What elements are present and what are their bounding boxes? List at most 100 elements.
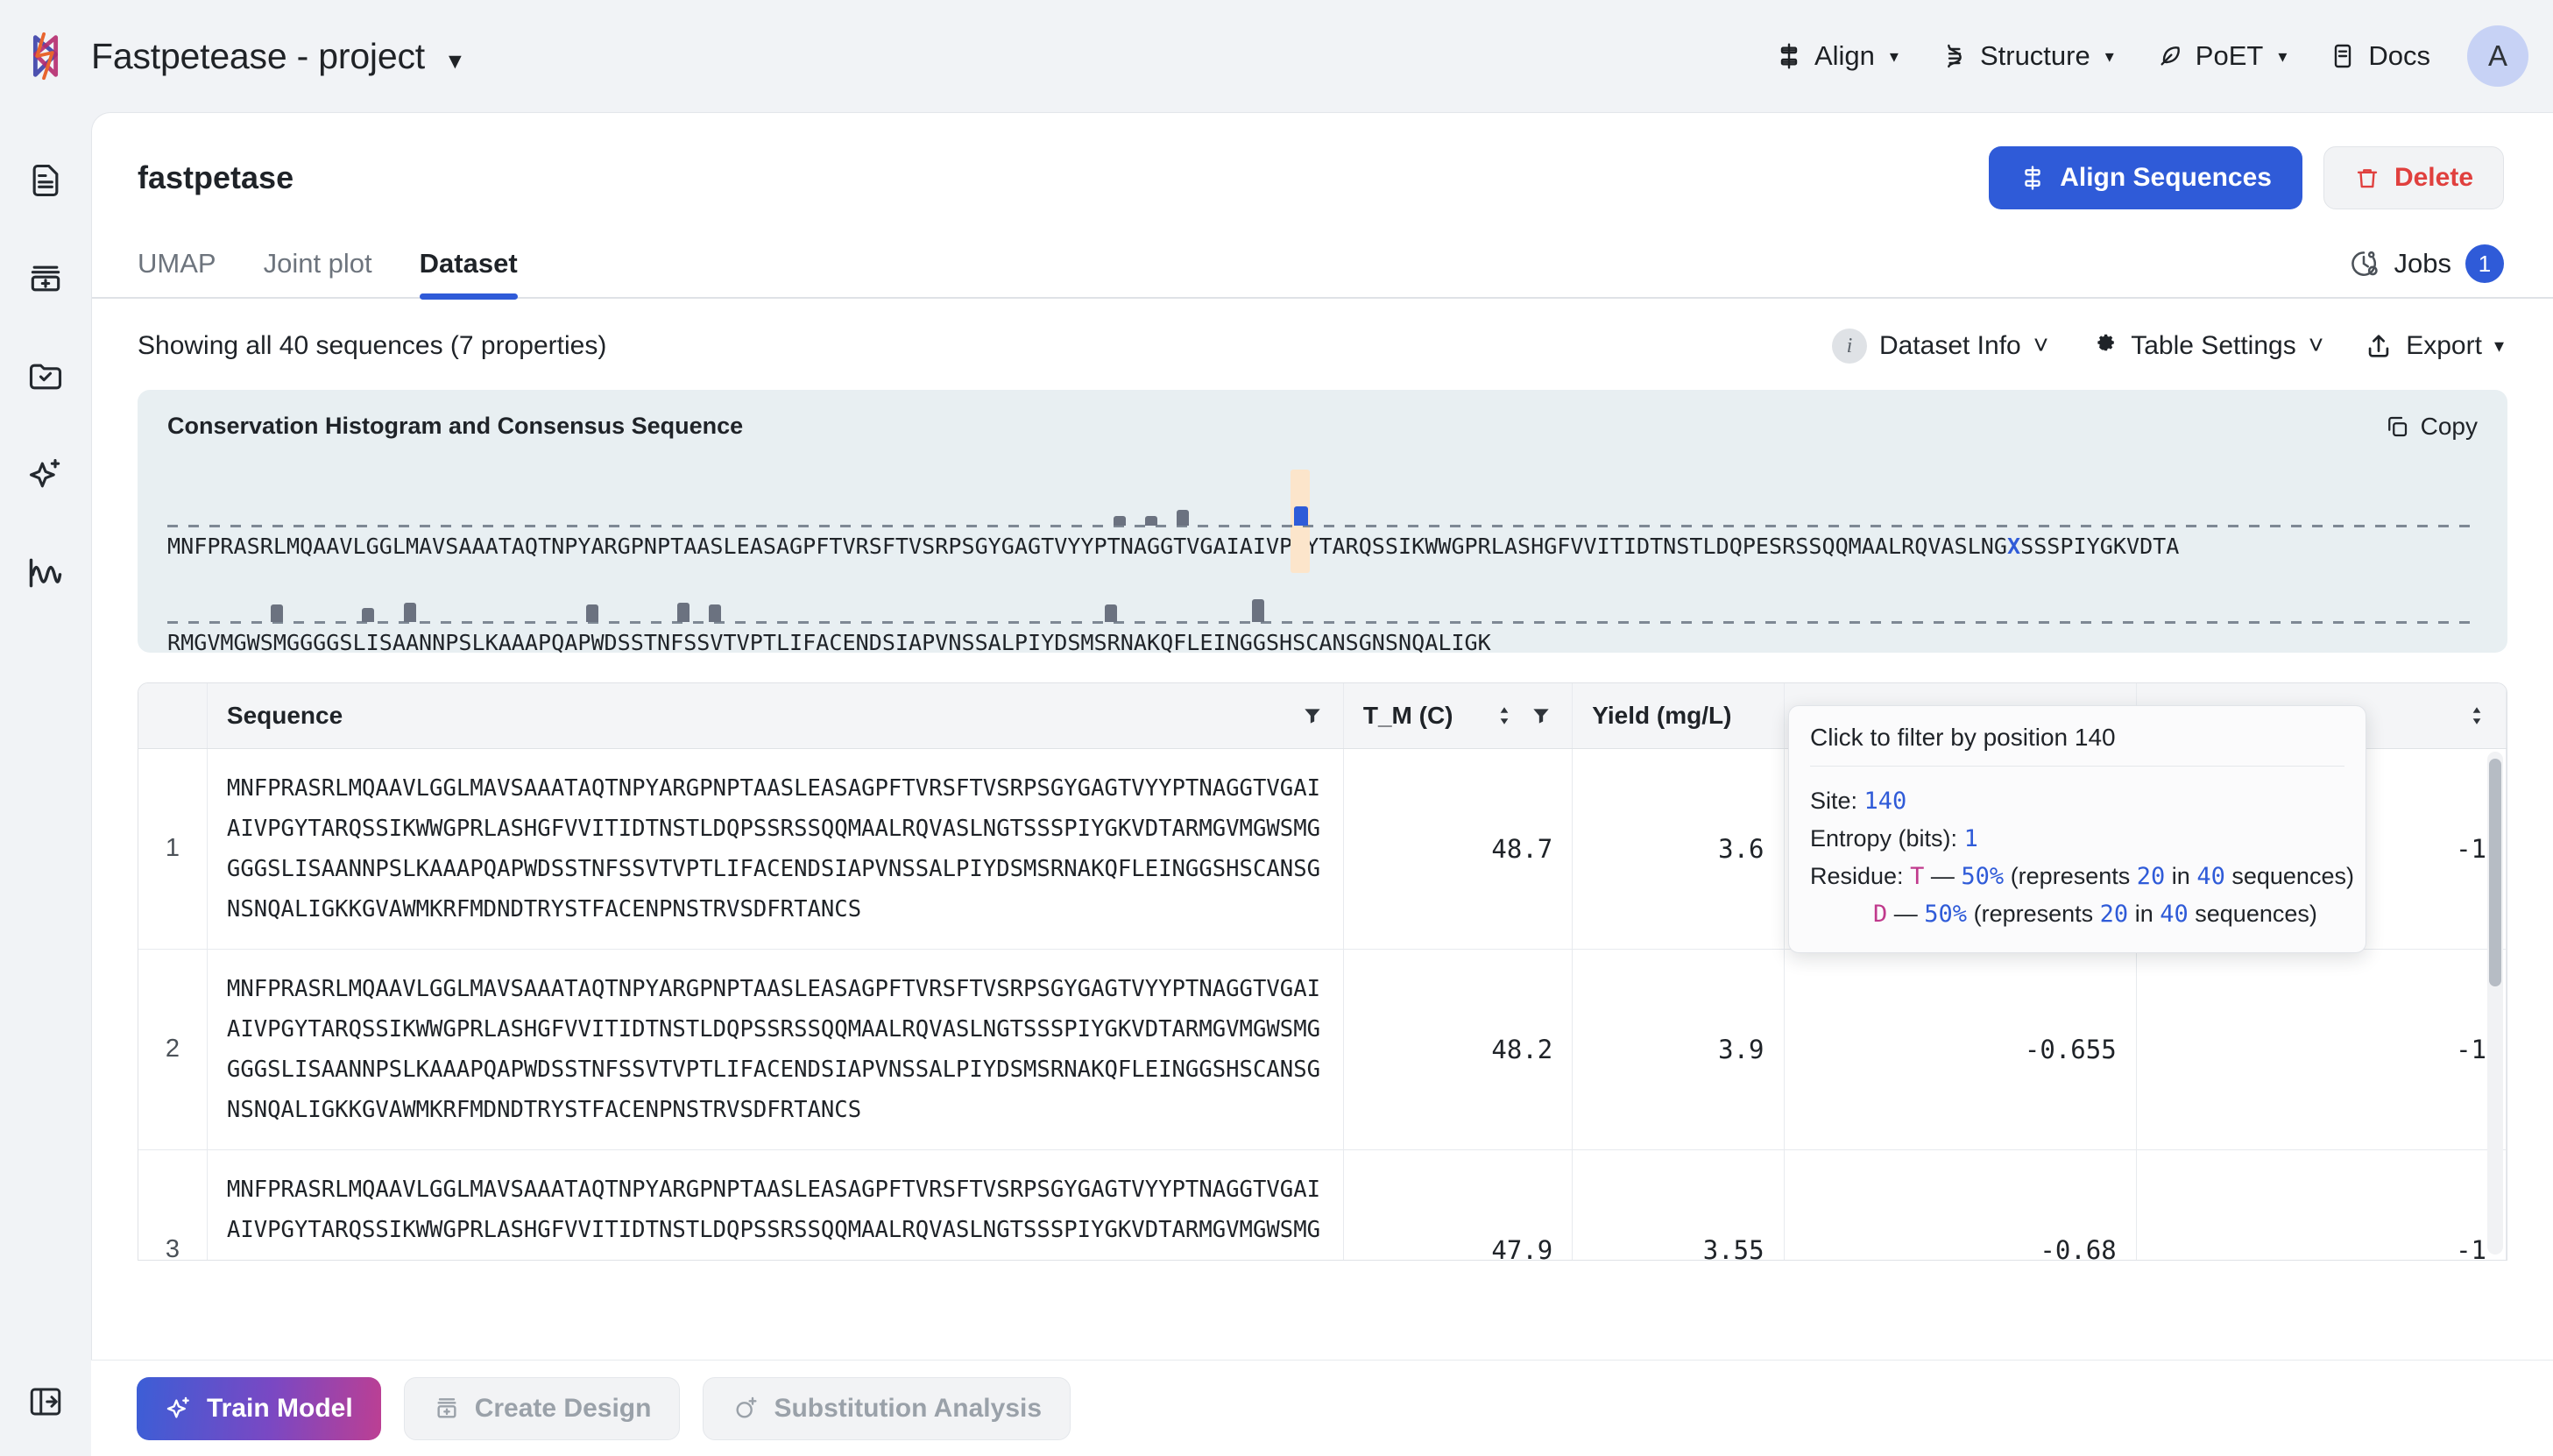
tooltip-header: Click to filter by position 140 (1810, 724, 2116, 751)
conservation-title: Conservation Histogram and Consensus Seq… (167, 413, 744, 439)
row-tm: 48.7 (1343, 748, 1574, 950)
avatar[interactable]: A (2467, 25, 2528, 87)
col-tm-header[interactable]: T_M (C) (1343, 683, 1574, 749)
tooltip-count-1: 20 (2136, 863, 2166, 890)
signal-wave-icon (29, 558, 62, 588)
row-property-b: -1 (2136, 1149, 2507, 1260)
histogram-bar[interactable] (709, 604, 721, 622)
add-dataset-icon (437, 1397, 456, 1418)
header-actions: Align Sequences Delete (1989, 146, 2504, 209)
align-icon (2025, 166, 2040, 190)
histogram-bar[interactable] (1114, 516, 1126, 526)
col-yield-label: Yield (mg/L) (1592, 701, 1732, 729)
project-selector[interactable]: Fastpetease - project ▼ (91, 36, 466, 77)
page-title: fastpetase (138, 159, 294, 195)
sidebar-item-add-dataset[interactable] (21, 254, 70, 303)
tooltip-count-2: 20 (2099, 901, 2129, 928)
tooltip-site-line: Site: 140 (1810, 782, 2344, 820)
tooltip-percent-1: 50% (1961, 863, 2005, 890)
export-label: Export (2406, 331, 2482, 360)
sidebar-item-projects[interactable] (21, 352, 70, 401)
substitution-analysis-label: Substitution Analysis (774, 1393, 1043, 1423)
filter-icon[interactable] (1530, 704, 1552, 727)
sparkles-icon (29, 458, 60, 488)
chevron-down-icon: ▾ (1889, 46, 1899, 67)
sidebar-collapse-toggle[interactable] (21, 1377, 70, 1426)
col-sequence-header[interactable]: Sequence (207, 683, 1344, 749)
align-icon (1780, 43, 1798, 69)
histogram-bar[interactable] (271, 604, 283, 622)
col-sequence-label: Sequence (226, 701, 343, 729)
histogram-bar-selected[interactable] (1294, 506, 1308, 526)
row-tm: 47.9 (1343, 1149, 1574, 1260)
sidebar-item-models[interactable] (21, 450, 70, 499)
trash-icon (2357, 169, 2378, 188)
showing-count-label: Showing all 40 sequences (7 properties) (138, 331, 607, 360)
top-nav: Align ▾ Structure ▾ PoET ▾ Docs A (1754, 25, 2553, 87)
gear-icon (2097, 334, 2115, 351)
export-button[interactable]: Export ▾ (2364, 331, 2504, 361)
table-row[interactable]: 3 MNFPRASRLMQAAVLGGLMAVSAAATAQTNPYARGPNP… (138, 1149, 2507, 1260)
align-sequences-button[interactable]: Align Sequences (1989, 146, 2302, 209)
app-logo[interactable] (0, 29, 91, 83)
jobs-button[interactable]: Jobs 1 (2347, 244, 2553, 297)
document-icon (32, 164, 59, 197)
info-icon: i (1831, 329, 1867, 364)
train-model-button[interactable]: Train Model (137, 1376, 381, 1440)
row-sequence: MNFPRASRLMQAAVLGGLMAVSAAATAQTNPYARGPNPTA… (207, 949, 1344, 1150)
upload-icon (2368, 335, 2389, 357)
tooltip-site-label: Site: (1810, 788, 1858, 814)
histogram-bar[interactable] (1145, 516, 1157, 526)
histogram-bar[interactable] (586, 604, 598, 622)
tooltip-residue-label: Residue: (1810, 863, 1904, 889)
jobs-label: Jobs (2394, 248, 2451, 279)
nav-docs[interactable]: Docs (2308, 32, 2451, 81)
sort-icon[interactable] (2467, 704, 2486, 727)
jobs-count-badge: 1 (2465, 244, 2504, 283)
row-index: 3 (138, 1149, 208, 1260)
table-scrollbar-thumb[interactable] (2489, 759, 2501, 986)
tooltip-residue-line-1: Residue: T — 50% (represents 20 in 40 se… (1810, 858, 2354, 895)
histogram-bar[interactable] (677, 603, 690, 622)
tab-dataset[interactable]: Dataset (419, 248, 518, 300)
sidebar-item-documents[interactable] (21, 156, 70, 205)
filter-icon[interactable] (1301, 704, 1324, 727)
nav-structure[interactable]: Structure ▾ (1920, 32, 2135, 81)
triangle-down-icon: ▾ (2493, 335, 2504, 357)
table-settings-button[interactable]: Table Settings ˅ (2089, 331, 2323, 361)
col-yield-header[interactable]: Yield (mg/L) (1572, 683, 1785, 749)
table-settings-label: Table Settings (2131, 331, 2296, 360)
copy-button[interactable]: Copy (2384, 413, 2478, 441)
panel-toggle-icon (30, 1388, 61, 1416)
nav-poet[interactable]: PoET ▾ (2135, 32, 2309, 81)
conservation-line-1[interactable]: MNFPRASRLMQAAVLGGLMAVSAAATAQTNPYARGPNPTA… (167, 470, 2478, 573)
consensus-sequence-line-2: RMGVMGWSMGGGGSLISAANNPSLKAAAPQAPWDSSTNFS… (167, 630, 1491, 653)
histogram-bar[interactable] (1105, 604, 1117, 622)
consensus-seq-after: SSSPIYGKVDTA (2020, 534, 2180, 559)
sparkles-icon (166, 1396, 189, 1418)
histogram-bar[interactable] (362, 608, 374, 622)
tab-umap[interactable]: UMAP (138, 248, 216, 297)
dataset-info-button[interactable]: i Dataset Info ˅ (1831, 329, 2048, 364)
tooltip-in-1: in (2171, 863, 2190, 889)
substitution-analysis-button[interactable]: Substitution Analysis (703, 1376, 1071, 1440)
histogram-bar[interactable] (1252, 599, 1264, 622)
top-bar: Fastpetease - project ▼ Align ▾ Structur… (0, 0, 2553, 112)
sidebar-item-analysis[interactable] (21, 548, 70, 597)
conservation-line-2[interactable]: RMGVMGWSMGGGGSLISAANNPSLKAAAPQAPWDSSTNFS… (167, 589, 2478, 653)
row-property-a: -0.655 (1784, 949, 2137, 1150)
create-design-button[interactable]: Create Design (403, 1376, 681, 1440)
align-sequences-label: Align Sequences (2060, 163, 2272, 192)
tab-joint-plot[interactable]: Joint plot (264, 248, 372, 297)
create-design-label: Create Design (474, 1393, 652, 1423)
sort-icon[interactable] (1495, 704, 1514, 727)
nav-align[interactable]: Align ▾ (1754, 32, 1920, 81)
histogram-row-2 (167, 589, 2478, 624)
docs-icon (2335, 44, 2351, 68)
table-row[interactable]: 2 MNFPRASRLMQAAVLGGLMAVSAAATAQTNPYARGPNP… (138, 949, 2507, 1150)
histogram-bar[interactable] (1177, 510, 1189, 526)
copy-icon (2387, 416, 2407, 437)
delete-button[interactable]: Delete (2323, 146, 2504, 209)
tooltip-prefix-1: (represents (2010, 863, 2131, 889)
histogram-bar[interactable] (404, 603, 416, 622)
